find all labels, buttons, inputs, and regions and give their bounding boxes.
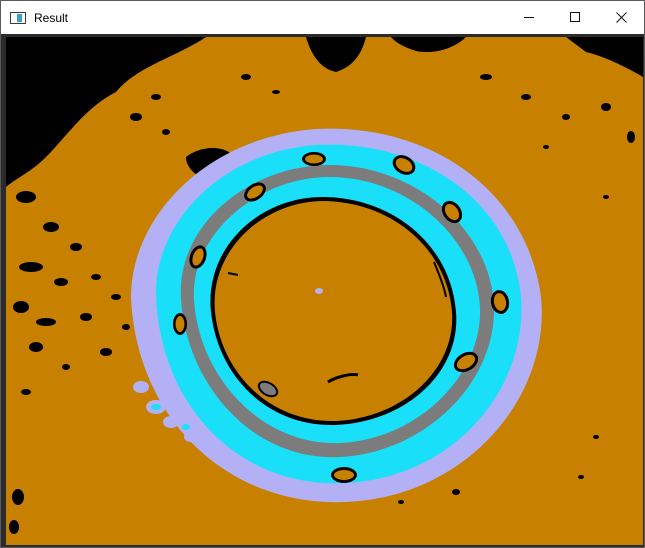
- maximize-button[interactable]: [552, 1, 598, 34]
- window-controls: [506, 1, 644, 34]
- minimize-icon: [523, 17, 534, 18]
- close-button[interactable]: [598, 1, 644, 34]
- minimize-button[interactable]: [506, 1, 552, 34]
- result-window: Result: [0, 0, 645, 548]
- app-icon: [10, 11, 26, 24]
- segmented-image: [6, 37, 643, 545]
- result-image: [6, 37, 643, 545]
- maximize-icon: [569, 12, 580, 22]
- close-icon: [615, 12, 627, 23]
- title-bar[interactable]: Result: [1, 1, 644, 34]
- window-title: Result: [34, 10, 69, 25]
